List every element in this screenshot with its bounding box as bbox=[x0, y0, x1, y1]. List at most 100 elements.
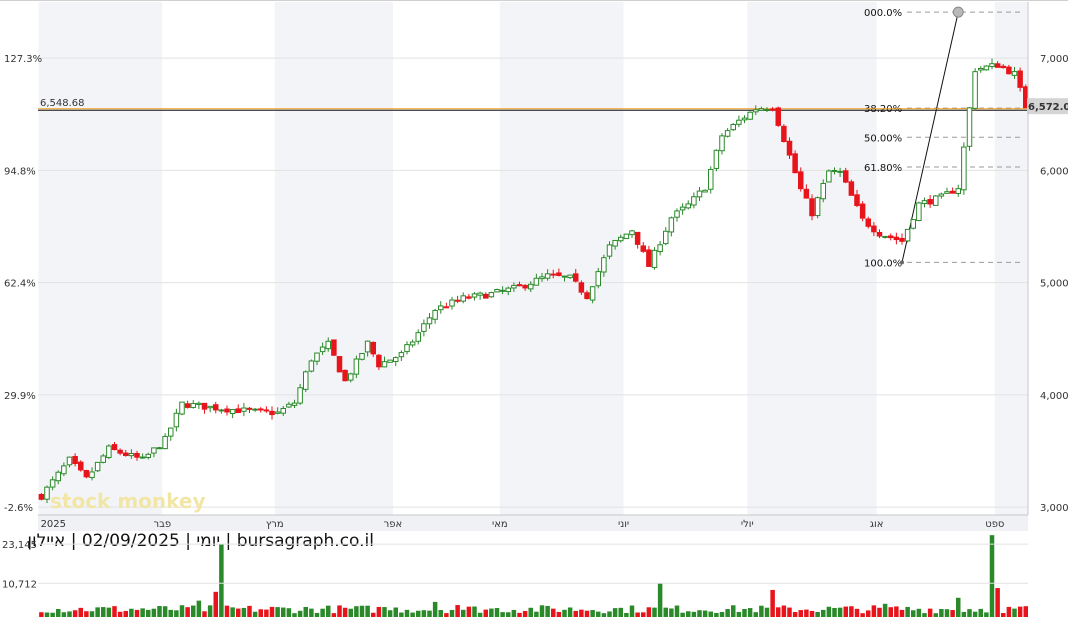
volume-bar-up bbox=[911, 610, 916, 617]
volume-bar-up bbox=[292, 613, 297, 617]
volume-bar-down bbox=[337, 605, 342, 617]
volume-bar-down bbox=[224, 605, 230, 617]
volume-bar-down bbox=[854, 608, 860, 617]
candle-up bbox=[426, 317, 433, 325]
candle-down bbox=[859, 203, 866, 219]
volume-bar-up bbox=[432, 601, 438, 617]
candle-down bbox=[781, 125, 787, 142]
candle-up bbox=[708, 168, 714, 190]
candle-up bbox=[938, 193, 945, 197]
volume-bar-up bbox=[607, 611, 612, 617]
volume-bar-up bbox=[416, 610, 421, 617]
candle-up bbox=[151, 447, 157, 454]
candle-up bbox=[820, 182, 826, 200]
candle-up bbox=[398, 352, 405, 358]
volume-bar-up bbox=[674, 605, 680, 617]
candle-up bbox=[94, 461, 101, 472]
volume-bar-up bbox=[697, 610, 702, 617]
volume-bar-up bbox=[731, 605, 736, 617]
volume-bar-up bbox=[449, 609, 455, 617]
volume-bar-up bbox=[489, 608, 494, 617]
candle-up bbox=[179, 401, 185, 415]
candle-up bbox=[618, 236, 624, 242]
volume-bar-up bbox=[596, 611, 601, 617]
candle-up bbox=[944, 191, 950, 194]
candle-up bbox=[353, 358, 360, 375]
volume-bar-up bbox=[106, 607, 112, 617]
candle-up bbox=[55, 471, 61, 482]
candle-up bbox=[685, 203, 691, 209]
volume-bar-down bbox=[331, 613, 337, 617]
month-label: אוג bbox=[870, 519, 884, 530]
candle-up bbox=[393, 357, 399, 362]
candle-up bbox=[49, 479, 56, 488]
volume-bar-up bbox=[534, 611, 539, 617]
volume-bar-up bbox=[984, 612, 989, 617]
month-label: מאי bbox=[492, 519, 508, 530]
volume-bar-down bbox=[641, 612, 646, 617]
candle-up bbox=[972, 71, 978, 109]
volume-bar-up bbox=[140, 608, 145, 617]
volume-bar-up bbox=[61, 612, 67, 617]
volume-bar-down bbox=[134, 609, 140, 617]
candle-up bbox=[589, 286, 596, 301]
percent-tick-label: -2.6% bbox=[4, 503, 33, 514]
candle-down bbox=[246, 407, 253, 410]
candle-up bbox=[713, 149, 720, 169]
candle-down bbox=[201, 402, 208, 410]
volume-bar-down bbox=[809, 610, 815, 617]
candle-up bbox=[387, 359, 393, 363]
month-band bbox=[994, 2, 1028, 515]
candle-down bbox=[798, 171, 804, 190]
volume-bar-down bbox=[371, 612, 376, 617]
candle-up bbox=[494, 289, 500, 293]
candle-down bbox=[522, 284, 528, 289]
candle-up bbox=[719, 135, 725, 152]
month-label: ספט bbox=[985, 519, 1004, 530]
candle-up bbox=[319, 346, 326, 353]
candle-up bbox=[511, 284, 517, 289]
candle-down bbox=[646, 249, 652, 267]
volume-bar-up bbox=[837, 607, 843, 617]
candle-up bbox=[826, 170, 832, 183]
volume-bar-up bbox=[905, 606, 910, 617]
candle-down bbox=[578, 282, 585, 293]
date-axis: 2025 פבר מרץ אפר מאי יוני יולי אוג ספט bbox=[38, 515, 1028, 531]
candle-down bbox=[336, 356, 343, 373]
candle-down bbox=[927, 199, 933, 205]
volume-bar-up bbox=[708, 611, 713, 617]
volume-bar-up bbox=[174, 610, 179, 617]
volume-bar-down bbox=[798, 610, 803, 617]
volume-bar-up bbox=[939, 609, 944, 617]
candle-down bbox=[640, 245, 646, 252]
volume-bar-up bbox=[922, 613, 927, 617]
volume-bar-down bbox=[455, 605, 460, 617]
candle-up bbox=[364, 340, 371, 353]
volume-bar-up bbox=[506, 612, 511, 617]
volume-bar-up bbox=[477, 612, 483, 617]
candle-up bbox=[814, 197, 821, 217]
volume-bar-up bbox=[219, 544, 224, 617]
volume-bar-down bbox=[258, 609, 263, 617]
month-band bbox=[38, 2, 163, 515]
volume-bar-up bbox=[129, 608, 134, 617]
candle-up bbox=[252, 408, 258, 411]
volume-bar-down bbox=[1017, 606, 1023, 617]
price-tick-label: 5,000 bbox=[1040, 279, 1068, 290]
volume-bar-up bbox=[956, 597, 961, 617]
month-label: מרץ bbox=[266, 519, 284, 530]
candle-up bbox=[741, 117, 748, 121]
candle-down bbox=[72, 456, 78, 465]
candle-down bbox=[573, 273, 579, 282]
volume-bar-up bbox=[162, 606, 168, 617]
current-price-label: 6,572.00 bbox=[1028, 102, 1068, 113]
candle-up bbox=[668, 217, 675, 233]
volume-bar-down bbox=[39, 612, 44, 617]
volume-bar-up bbox=[354, 606, 359, 617]
volume-bar-up bbox=[933, 613, 938, 617]
volume-bar-up bbox=[348, 608, 353, 617]
volume-bar-up bbox=[691, 611, 697, 617]
candle-down bbox=[224, 408, 230, 413]
candle-up bbox=[207, 405, 213, 409]
volume-bar-up bbox=[736, 611, 742, 617]
